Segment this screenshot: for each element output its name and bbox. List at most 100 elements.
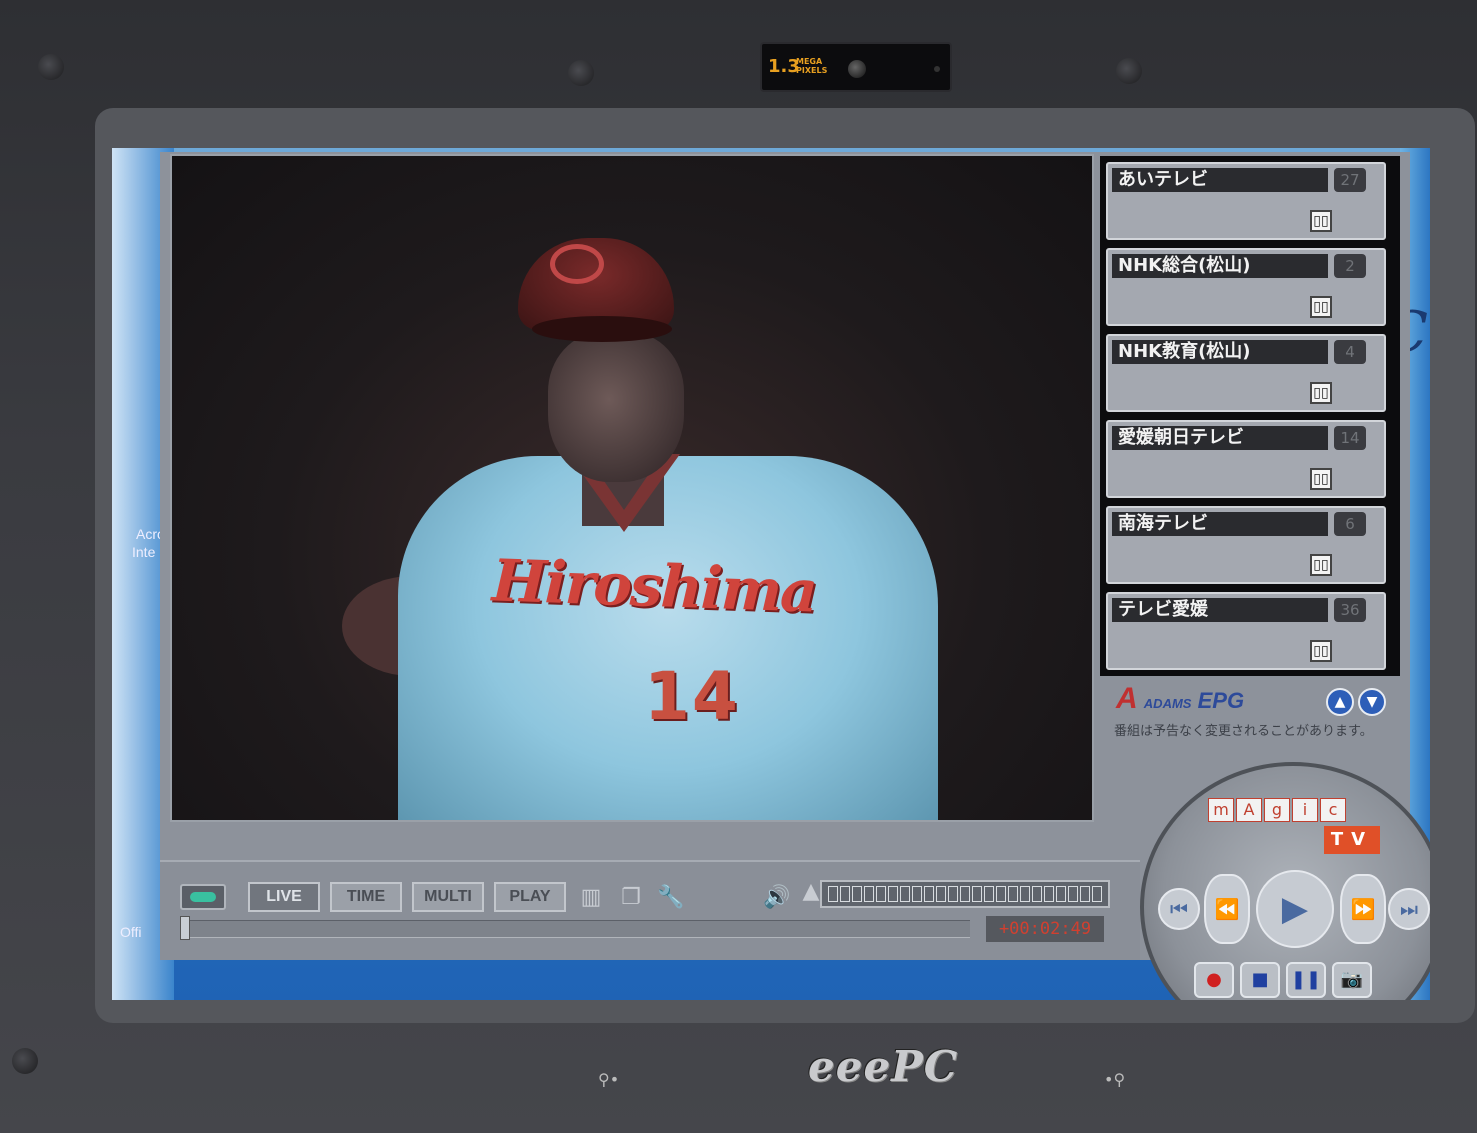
multi-button[interactable]: MULTI (412, 882, 484, 912)
player-jersey (398, 456, 938, 820)
volume-segment (972, 886, 982, 902)
player-face (548, 332, 684, 482)
epg-logo-bottom: EPG (1197, 688, 1245, 713)
timecode-display: +00:02:49 (986, 916, 1104, 942)
speaker-icon[interactable]: 🔊 (760, 882, 794, 914)
channel-item[interactable]: テレビ愛媛 36 ▯▯ (1106, 592, 1386, 670)
channel-name: NHK教育(松山) (1112, 340, 1328, 364)
volume-segment (900, 886, 910, 902)
rewind-icon[interactable]: ⏪ (1204, 874, 1250, 944)
scroll-up-button[interactable]: ▲ (1326, 688, 1354, 716)
channel-item[interactable]: NHK総合(松山) 2 ▯▯ (1106, 248, 1386, 326)
play-button[interactable]: PLAY (494, 882, 566, 912)
skip-forward-icon[interactable]: ⏭ (1388, 888, 1430, 930)
live-button[interactable]: LIVE (248, 882, 320, 912)
volume-segment (876, 886, 886, 902)
volume-segment (936, 886, 946, 902)
control-bar: LIVE TIME MULTI PLAY ▥ ❐ 🔧 🔊 ▲ +00:02:49 (160, 860, 1140, 960)
volume-segment (1008, 886, 1018, 902)
logo-letter: A (1236, 798, 1262, 822)
camera-snapshot-icon[interactable]: 📷 (1332, 962, 1372, 998)
magictv-window: Hiroshima 14 LIVE TIME MULTI PLAY ▥ ❐ 🔧 … (160, 152, 1430, 1000)
program-info-icon[interactable]: ▯▯ (1310, 296, 1332, 318)
seek-bar[interactable] (180, 920, 970, 938)
program-info-icon[interactable]: ▯▯ (1310, 640, 1332, 662)
channel-item[interactable]: NHK教育(松山) 4 ▯▯ (1106, 334, 1386, 412)
jersey-number: 14 (644, 658, 740, 735)
channel-number: 14 (1334, 426, 1366, 450)
record-button[interactable]: ● (1194, 962, 1234, 998)
channel-number: 2 (1334, 254, 1366, 278)
epg-disclaimer: 番組は予告なく変更されることがあります。 (1114, 724, 1373, 739)
cap-logo-icon (550, 244, 604, 284)
eeepc-logo: eeePC (808, 1042, 959, 1091)
magictv-logo: m A g i c (1208, 798, 1346, 822)
channel-number: 36 (1334, 598, 1366, 622)
fast-forward-icon[interactable]: ⏩ (1340, 874, 1386, 944)
volume-segment (924, 886, 934, 902)
adams-logo-icon: A (1116, 682, 1138, 715)
volume-segment (1044, 886, 1054, 902)
screw-icon (1116, 58, 1142, 84)
program-info-icon[interactable]: ▯▯ (1310, 382, 1332, 404)
channel-name: 南海テレビ (1112, 512, 1328, 536)
microphone-icon: •⚲ (1104, 1070, 1126, 1089)
volume-segment (960, 886, 970, 902)
volume-segment (864, 886, 874, 902)
video-display[interactable]: Hiroshima 14 (170, 154, 1094, 822)
volume-segment (996, 886, 1006, 902)
channel-item[interactable]: あいテレビ 27 ▯▯ (1106, 162, 1386, 240)
volume-segment (1068, 886, 1078, 902)
volume-segment (1092, 886, 1102, 902)
window-mode-icon[interactable]: ❐ (614, 882, 648, 914)
screw-icon (12, 1048, 38, 1074)
jersey-team-name: Hiroshima (490, 546, 817, 626)
signal-status-indicator (180, 884, 226, 910)
adams-epg-logo: A ADAMS EPG (1116, 682, 1244, 716)
logo-letter: g (1264, 798, 1290, 822)
skip-back-icon[interactable]: ⏮ (1158, 888, 1200, 930)
time-button[interactable]: TIME (330, 882, 402, 912)
play-icon[interactable]: ▶ (1256, 870, 1334, 948)
cap-brim (532, 316, 672, 342)
settings-wrench-icon[interactable]: 🔧 (654, 882, 688, 914)
channel-item[interactable]: 南海テレビ 6 ▯▯ (1106, 506, 1386, 584)
desktop-icon-label[interactable]: Inte (132, 544, 155, 560)
channel-list-icon[interactable]: ▥ (574, 882, 608, 914)
volume-segment (840, 886, 850, 902)
desktop-icon-label[interactable]: Offi (120, 924, 142, 940)
epg-logo-top: ADAMS (1143, 696, 1192, 711)
microphone-icon: ⚲• (598, 1070, 620, 1089)
volume-segment (1056, 886, 1066, 902)
scroll-down-button[interactable]: ▼ (1358, 688, 1386, 716)
program-info-icon[interactable]: ▯▯ (1310, 554, 1332, 576)
volume-segment (1032, 886, 1042, 902)
screw-icon (38, 54, 64, 80)
logo-letter: m (1208, 798, 1234, 822)
channel-list: あいテレビ 27 ▯▯ NHK総合(松山) 2 ▯▯ NHK教育(松山) 4 ▯… (1100, 156, 1400, 676)
volume-segment (984, 886, 994, 902)
channel-number: 27 (1334, 168, 1366, 192)
program-info-icon[interactable]: ▯▯ (1310, 468, 1332, 490)
logo-letter: c (1320, 798, 1346, 822)
program-info-icon[interactable]: ▯▯ (1310, 210, 1332, 232)
tv-logo: TV (1324, 826, 1380, 854)
pause-button[interactable]: ❚❚ (1286, 962, 1326, 998)
volume-segment (828, 886, 838, 902)
screw-icon (568, 60, 594, 86)
volume-segment (1020, 886, 1030, 902)
seek-handle[interactable] (180, 916, 190, 940)
webcam: 1.3 MEGA PIXELS (760, 42, 952, 92)
volume-segment (912, 886, 922, 902)
channel-item[interactable]: 愛媛朝日テレビ 14 ▯▯ (1106, 420, 1386, 498)
laptop-bezel: 1.3 MEGA PIXELS Acro Inte Offi C (0, 0, 1477, 1133)
volume-segment (948, 886, 958, 902)
camera-lens-icon (848, 60, 866, 78)
remote-control: m A g i c TV ⏮ ⏪ ▶ ⏩ ⏭ ● ■ ❚❚ 📷 (1140, 762, 1430, 1000)
volume-segment (888, 886, 898, 902)
volume-slider[interactable] (820, 880, 1110, 908)
webcam-sub-label: MEGA PIXELS (796, 57, 828, 75)
stop-button[interactable]: ■ (1240, 962, 1280, 998)
channel-name: テレビ愛媛 (1112, 598, 1328, 622)
logo-letter: i (1292, 798, 1318, 822)
